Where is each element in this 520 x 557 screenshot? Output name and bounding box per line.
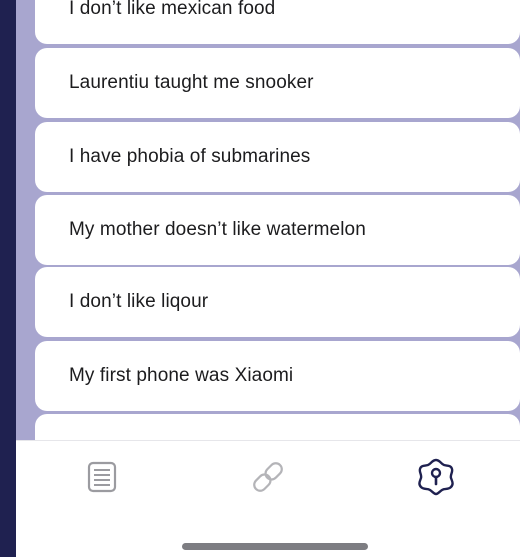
document-list-icon [87, 461, 117, 493]
list-item-label: Laurentiu taught me snooker [69, 72, 314, 93]
list-item-label: My first phone was Xiaomi [69, 365, 294, 386]
keyhole-badge-icon [418, 458, 454, 496]
list-item-label: I don’t like liqour [69, 291, 209, 312]
list-item[interactable]: I have phobia of submarines [35, 122, 520, 192]
tab-link[interactable] [244, 453, 292, 501]
list-item[interactable]: My first phone was Xiaomi [35, 341, 520, 411]
facts-list[interactable]: I don’t like mexican food Laurentiu taug… [16, 0, 520, 440]
list-item[interactable]: My mother doesn’t like watermelon [35, 195, 520, 265]
tab-secrets[interactable] [412, 453, 460, 501]
list-item[interactable]: I don’t like mexican food [35, 0, 520, 44]
tab-document-list[interactable] [78, 453, 126, 501]
phone-screen: I don’t like mexican food Laurentiu taug… [16, 0, 520, 557]
list-item-label: I have phobia of submarines [69, 146, 311, 167]
list-item[interactable]: I don’t like liqour [35, 267, 520, 337]
list-item-label: I don’t like mexican food [69, 0, 276, 19]
list-item[interactable]: Laurentiu taught me snooker [35, 48, 520, 118]
list-item[interactable] [35, 414, 520, 440]
list-item-label: My mother doesn’t like watermelon [69, 219, 366, 240]
tab-bar [16, 440, 520, 557]
link-icon [253, 462, 283, 492]
home-indicator[interactable] [182, 543, 368, 550]
